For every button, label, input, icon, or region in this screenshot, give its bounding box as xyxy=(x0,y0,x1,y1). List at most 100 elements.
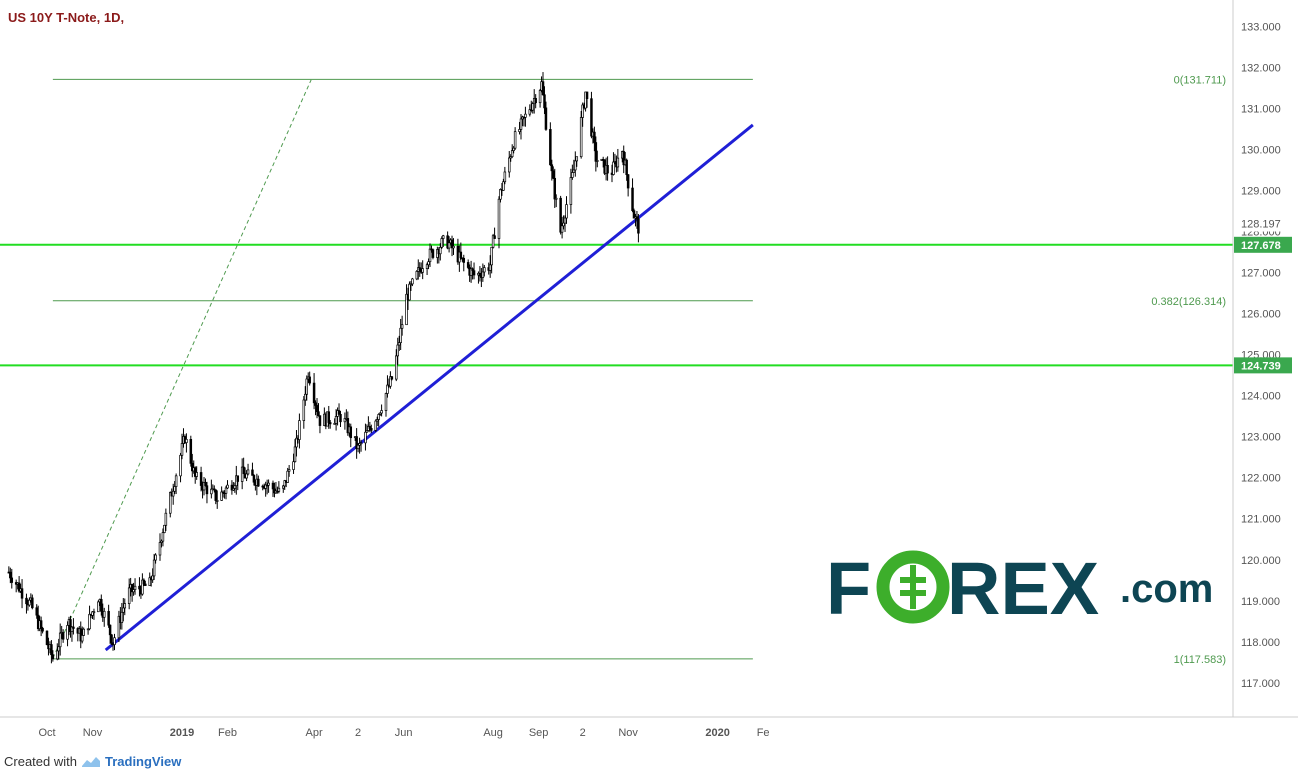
candle-body xyxy=(452,245,455,249)
candle-body xyxy=(427,261,430,266)
y-tick-label: 117.000 xyxy=(1241,678,1280,690)
y-tick-label: 120.000 xyxy=(1241,555,1281,567)
candle-body xyxy=(312,382,316,404)
candle-body xyxy=(236,475,240,482)
level-price-tag-label: 127.678 xyxy=(1241,240,1281,252)
candle-body xyxy=(277,487,281,492)
candle-body xyxy=(425,264,429,270)
candle-body xyxy=(616,157,620,168)
candle-body xyxy=(349,426,353,439)
x-tick-label: 2019 xyxy=(170,727,194,739)
candle-body xyxy=(304,393,307,401)
candle-body xyxy=(305,378,308,395)
candle-body xyxy=(292,461,295,470)
candle-body xyxy=(163,524,166,533)
y-tick-label: 132.000 xyxy=(1241,63,1281,75)
candle-body xyxy=(538,90,542,104)
candle-body xyxy=(158,542,162,556)
level-price-tag-label: 124.739 xyxy=(1241,360,1281,372)
candle-body xyxy=(380,410,383,414)
candle-body xyxy=(428,248,432,263)
x-tick-label: Sep xyxy=(529,727,549,739)
candle-body xyxy=(339,414,342,423)
candle-body xyxy=(572,169,576,173)
candle-body xyxy=(563,217,567,224)
candle-body xyxy=(39,620,43,629)
y-tick-label: 123.000 xyxy=(1241,432,1281,444)
candle-body xyxy=(314,402,317,406)
candle-body xyxy=(596,160,599,162)
candle-body xyxy=(31,597,34,609)
candle-body xyxy=(88,613,91,630)
candle-body xyxy=(80,635,84,642)
candle-body xyxy=(513,131,517,149)
candle-body xyxy=(512,147,515,151)
candle-body xyxy=(502,181,505,191)
candle-body xyxy=(180,443,184,456)
candle-body xyxy=(271,482,275,490)
candle-body xyxy=(550,164,554,172)
candle-body xyxy=(499,189,502,200)
candle-body xyxy=(110,634,113,644)
candle-body xyxy=(82,628,85,636)
candle-body xyxy=(593,131,596,143)
candle-body xyxy=(107,610,110,626)
candle-body xyxy=(574,160,577,171)
candle-body xyxy=(337,410,341,415)
x-tick-label: Oct xyxy=(38,727,55,739)
candle-body xyxy=(189,438,193,464)
candle-body xyxy=(569,177,573,205)
candle-body xyxy=(571,172,574,178)
candle-body xyxy=(133,585,137,590)
candle-body xyxy=(298,420,301,440)
y-tick-label: 121.000 xyxy=(1241,514,1281,526)
candle-body xyxy=(41,627,44,632)
candle-body xyxy=(384,393,388,411)
candle-body xyxy=(214,489,218,501)
candle-body xyxy=(552,170,555,179)
candle-body xyxy=(293,446,297,463)
candle-body xyxy=(327,411,331,423)
fib-level-label: 0(131.711) xyxy=(1174,74,1226,86)
watermark-com: .com xyxy=(1120,567,1213,611)
candle-body xyxy=(483,267,486,273)
candle-body xyxy=(204,482,207,487)
candle-body xyxy=(317,411,320,416)
candle-body xyxy=(585,91,589,100)
candle-body xyxy=(242,466,245,475)
candle-body xyxy=(195,472,198,477)
candle-body xyxy=(524,113,527,118)
chart-title: US 10Y T-Note, 1D, xyxy=(8,10,125,25)
x-tick-label: 2 xyxy=(355,727,361,739)
last-price-tag-label: 128.197 xyxy=(1241,219,1281,231)
candle-body xyxy=(519,118,523,130)
candle-body xyxy=(490,246,493,266)
candle-body xyxy=(364,431,367,444)
candle-body xyxy=(251,469,254,476)
candle-body xyxy=(246,469,250,475)
candle-body xyxy=(9,571,12,579)
x-tick-label: Apr xyxy=(306,727,323,739)
candle-body xyxy=(370,428,373,431)
candle-body xyxy=(411,278,414,285)
price-chart[interactable]: 0(131.711) 0.382(126.314) 1(117.583) 117.0… xyxy=(0,0,1298,781)
x-tick-label: Jun xyxy=(395,727,413,739)
candle-body xyxy=(359,442,363,445)
candle-body xyxy=(334,416,338,424)
candle-body xyxy=(626,174,630,189)
candle-body xyxy=(97,601,100,613)
candle-body xyxy=(579,117,583,158)
x-tick-label: 2 xyxy=(580,727,586,739)
candle-body xyxy=(142,579,146,585)
candle-body xyxy=(286,470,289,483)
candle-body xyxy=(10,577,14,583)
candle-body xyxy=(224,487,228,494)
candle-body xyxy=(61,632,65,640)
candle-body xyxy=(488,264,492,271)
candle-body xyxy=(631,187,634,212)
candle-body xyxy=(152,559,156,577)
x-tick-label: 2020 xyxy=(705,727,729,739)
y-tick-label: 127.000 xyxy=(1241,268,1281,280)
candle-body xyxy=(541,81,545,96)
tradingview-brand[interactable]: TradingView xyxy=(105,754,181,769)
